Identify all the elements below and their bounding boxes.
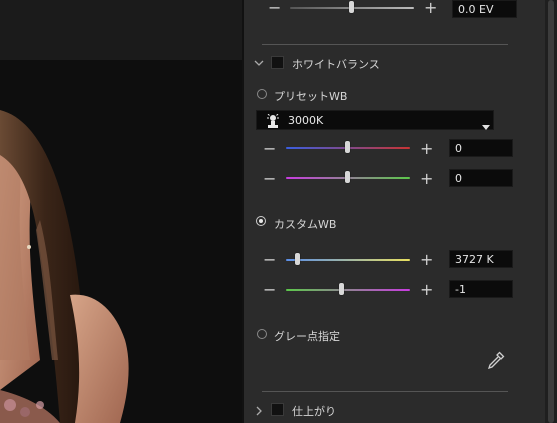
section-divider: [262, 44, 508, 45]
temperature-value-field[interactable]: 3727 K: [449, 250, 513, 268]
exposure-slider-thumb[interactable]: [349, 1, 354, 13]
tint-slider-thumb[interactable]: [339, 283, 344, 295]
section-divider: [262, 391, 508, 392]
preset-slider1-minus-button[interactable]: −: [263, 141, 276, 157]
preset-slider1-thumb[interactable]: [345, 141, 350, 153]
finishing-title: 仕上がり: [292, 405, 336, 418]
eyedropper-icon[interactable]: [487, 351, 505, 370]
tint-slider-track[interactable]: [286, 289, 410, 291]
tint-minus-button[interactable]: −: [263, 282, 276, 298]
exposure-plus-button[interactable]: +: [424, 0, 437, 16]
finishing-checkbox[interactable]: [271, 403, 284, 416]
preset-slider2-minus-button[interactable]: −: [263, 171, 276, 187]
tint-plus-button[interactable]: +: [420, 282, 433, 298]
gray-point-label: グレー点指定: [274, 330, 340, 343]
preset-slider2-value[interactable]: 0: [449, 169, 513, 187]
exposure-value-field[interactable]: 0.0 EV: [452, 0, 517, 18]
chevron-right-icon[interactable]: [254, 403, 264, 417]
temperature-slider-thumb[interactable]: [295, 253, 300, 265]
temperature-plus-button[interactable]: +: [420, 252, 433, 268]
temperature-slider-track[interactable]: [286, 259, 410, 261]
preset-wb-label: プリセットWB: [274, 90, 348, 103]
scrollbar-thumb[interactable]: [548, 0, 554, 423]
photo-preview: [0, 60, 242, 423]
image-viewer[interactable]: [0, 0, 242, 423]
light-bulb-icon: [266, 113, 280, 128]
preset-wb-dropdown[interactable]: 3000K: [256, 110, 494, 130]
preset-slider2-plus-button[interactable]: +: [420, 171, 433, 187]
dropdown-arrow-icon: [481, 117, 491, 130]
gray-point-radio[interactable]: [257, 329, 267, 339]
exposure-minus-button[interactable]: −: [268, 0, 281, 16]
temperature-minus-button[interactable]: −: [263, 252, 276, 268]
white-balance-title: ホワイトバランス: [292, 58, 380, 71]
preset-wb-selected: 3000K: [288, 114, 324, 127]
white-balance-checkbox[interactable]: [271, 56, 284, 69]
photo-image: [0, 60, 242, 423]
preset-slider2-thumb[interactable]: [345, 171, 350, 183]
custom-wb-radio[interactable]: [256, 216, 266, 226]
preset-slider1-plus-button[interactable]: +: [420, 141, 433, 157]
preset-wb-radio[interactable]: [257, 89, 267, 99]
preset-slider1-value[interactable]: 0: [449, 139, 513, 157]
custom-wb-label: カスタムWB: [274, 218, 337, 231]
tint-value-field[interactable]: -1: [449, 280, 513, 298]
chevron-down-icon[interactable]: [254, 55, 264, 69]
viewer-background: [0, 0, 242, 60]
